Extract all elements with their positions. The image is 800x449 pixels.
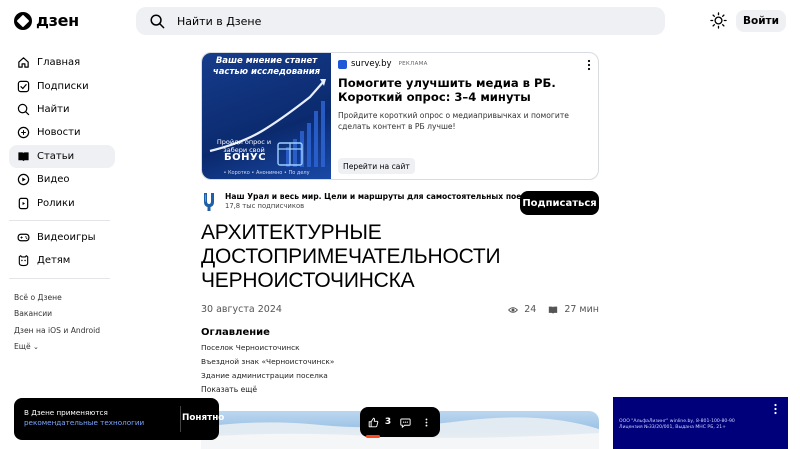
sidebar-item-games[interactable]: Видеоигры <box>9 226 115 249</box>
news-icon <box>17 127 30 139</box>
ad-favicon-icon <box>338 59 347 69</box>
gamepad-icon <box>17 233 30 242</box>
sidebar-item-label: Подписки <box>37 80 89 92</box>
footer-link-vacancies[interactable]: Вакансии <box>14 308 100 324</box>
subscriptions-icon <box>17 80 30 92</box>
ad-image[interactable]: Ваше мнение станет частью исследования П… <box>202 53 331 179</box>
ad-card[interactable]: Ваше мнение станет частью исследования П… <box>201 52 599 180</box>
sidebar-item-kids[interactable]: Детям <box>9 249 115 272</box>
reading-progress-indicator <box>366 435 380 438</box>
channel-logo-icon <box>204 193 214 211</box>
reaction-bar: 3 <box>360 407 440 437</box>
like-count: 3 <box>384 417 392 427</box>
footer-link-about[interactable]: Всё о Дзене <box>14 292 100 308</box>
like-icon[interactable] <box>368 416 379 429</box>
channel-name[interactable]: Наш Урал и весь мир. Цели и маршруты для… <box>225 192 542 202</box>
article-date: 30 августа 2024 <box>201 304 282 315</box>
sidebar-item-label: Новости <box>37 127 81 139</box>
sidebar-item-label: Видеоигры <box>37 231 96 243</box>
search-input[interactable] <box>177 14 597 28</box>
dzen-logo-icon <box>14 11 32 30</box>
toc-item[interactable]: Здание администрации поселка <box>201 371 334 385</box>
sidebar-item-video[interactable]: Видео <box>9 168 115 191</box>
article-title: АРХИТЕКТУРНЫЕ ДОСТОПРИМЕЧАТЕЛЬНОСТИ ЧЕРН… <box>201 221 501 292</box>
views-count: 24 <box>524 304 537 315</box>
footer-link-apps[interactable]: Дзен на iOS и Android <box>14 325 100 341</box>
sidebar-item-articles[interactable]: Статьи <box>9 144 115 168</box>
sidebar-nav: Главная Подписки Найти Новости Статьи Ви… <box>9 51 115 284</box>
sidebar-item-shorts[interactable]: Ролики <box>9 191 115 214</box>
sidebar-item-label: Статьи <box>37 150 75 162</box>
sidebar-divider <box>9 219 110 221</box>
toc-show-more-link[interactable]: Показать ещё <box>201 385 257 394</box>
sidebar-item-label: Главная <box>37 57 81 69</box>
ad-body: survey.by РЕКЛАМА Помогите улучшить меди… <box>338 59 590 132</box>
video-ad-disclaimer: ООО "АльфаЛизинг" winline.by, 8-801-100-… <box>619 419 735 430</box>
sidebar-item-label: Ролики <box>37 197 75 209</box>
ad-image-chart-graphic <box>209 79 326 167</box>
sidebar-item-subscriptions[interactable]: Подписки <box>9 74 115 97</box>
theme-toggle-sun-icon[interactable] <box>710 12 727 29</box>
ad-image-footer: • Коротко • Анонимно • По делу <box>223 170 310 176</box>
dzen-logo[interactable]: дзен <box>14 11 79 30</box>
sidebar-divider <box>9 277 110 279</box>
sidebar-footer-links: Всё о Дзене Вакансии Дзен на iOS и Andro… <box>14 292 100 358</box>
video-ad-player[interactable]: ООО "АльфаЛизинг" winline.by, 8-801-100-… <box>613 397 788 449</box>
channel-info[interactable]: Наш Урал и весь мир. Цели и маршруты для… <box>201 192 542 212</box>
more-vertical-icon[interactable] <box>586 59 592 71</box>
ad-label: РЕКЛАМА <box>398 61 428 67</box>
search-icon <box>17 103 30 116</box>
sidebar-item-label: Найти <box>37 103 70 115</box>
toast-divider <box>180 406 181 432</box>
footer-link-more[interactable]: Ещё ⌄ <box>14 341 100 357</box>
articles-icon <box>18 152 29 161</box>
article-stats: 24 27 мин <box>508 304 599 315</box>
sidebar-item-label: Детям <box>37 255 71 267</box>
toc-list: Поселок Черноисточинск Въездной знак «Че… <box>201 343 334 386</box>
ad-source[interactable]: survey.by РЕКЛАМА <box>338 59 590 69</box>
chevron-down-icon: ⌄ <box>33 343 39 352</box>
toc-item[interactable]: Поселок Черноисточинск <box>201 343 334 357</box>
sidebar-item-home[interactable]: Главная <box>9 51 115 74</box>
eye-icon <box>508 306 519 313</box>
toast-ok-button[interactable]: Понятно <box>182 408 224 428</box>
toast-link[interactable]: рекомендательные технологии <box>24 418 169 428</box>
login-button[interactable]: Войти <box>736 10 786 32</box>
search-bar[interactable] <box>136 7 665 35</box>
sidebar-item-label: Видео <box>37 174 70 186</box>
video-icon <box>17 173 30 186</box>
footer-more-label: Ещё <box>14 342 31 352</box>
ad-cta-button[interactable]: Перейти на сайт <box>338 158 415 174</box>
toc-item[interactable]: Въездной знак «Черноисточинск» <box>201 357 334 371</box>
ad-description: Пройдите короткий опрос о медиапривычках… <box>338 111 569 131</box>
sidebar-item-news[interactable]: Новости <box>9 121 115 144</box>
comment-icon[interactable] <box>400 416 411 429</box>
recommendation-notice-toast: В Дзене применяются рекомендательные тех… <box>14 398 224 440</box>
ad-title[interactable]: Помогите улучшить медиа в РБ. Короткий о… <box>338 76 578 104</box>
read-time-book-icon <box>549 306 558 314</box>
more-vertical-icon[interactable] <box>773 403 778 415</box>
logo-text: дзен <box>36 11 79 30</box>
toc-title: Оглавление <box>201 327 270 338</box>
subscribe-button[interactable]: Подписаться <box>520 191 599 215</box>
channel-text: Наш Урал и весь мир. Цели и маршруты для… <box>225 192 542 211</box>
home-icon <box>18 57 29 68</box>
more-vertical-icon[interactable] <box>421 416 432 429</box>
kids-icon <box>18 255 29 267</box>
search-icon <box>150 13 165 28</box>
sidebar-item-search[interactable]: Найти <box>9 98 115 121</box>
ad-source-name: survey.by <box>351 59 392 69</box>
shorts-icon <box>18 197 29 209</box>
ad-image-bonus: БОНУС <box>224 152 267 163</box>
read-time: 27 мин <box>564 304 599 315</box>
toast-message: В Дзене применяются <box>24 408 108 417</box>
channel-subscribers: 17,8 тыс подписчиков <box>225 202 305 210</box>
toast-text: В Дзене применяются рекомендательные тех… <box>24 408 169 428</box>
